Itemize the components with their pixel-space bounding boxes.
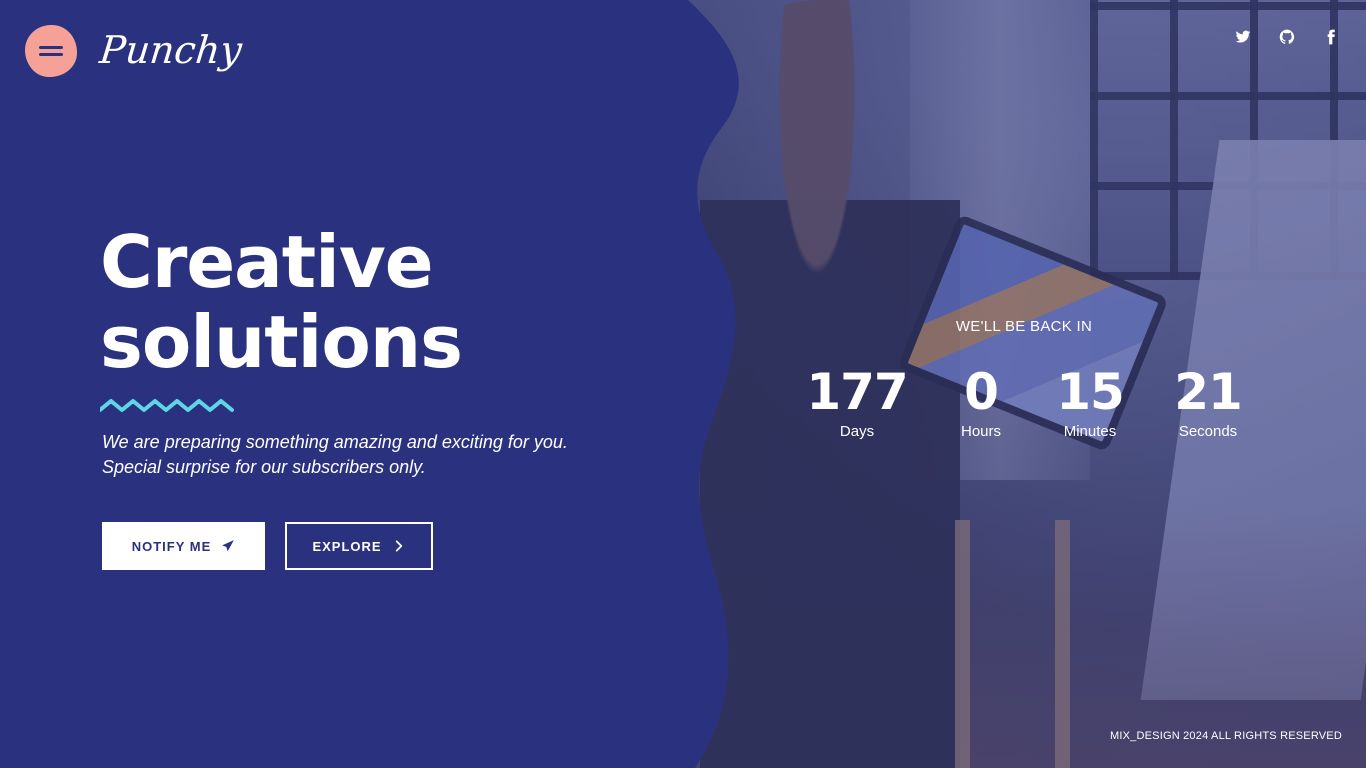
notify-me-button[interactable]: NOTIFY ME (102, 522, 265, 570)
countdown-minutes: 15 Minutes (1030, 362, 1150, 442)
minutes-value: 15 (1056, 363, 1125, 421)
facebook-icon[interactable] (1322, 28, 1340, 46)
days-label: Days (839, 423, 875, 440)
headline-line-1: Creative (100, 220, 434, 304)
coming-soon-page: Punchy Creative solutions We are prepari… (0, 0, 1366, 768)
headline-line-2: solutions (100, 300, 463, 384)
explore-label: EXPLORE (312, 538, 382, 554)
chevron-right-icon (395, 540, 402, 552)
notify-me-label: NOTIFY ME (131, 538, 212, 554)
footer-copyright: MIX_DESIGN 2024 ALL RIGHTS RESERVED (1110, 730, 1342, 742)
countdown-hours: 0 Hours (921, 362, 1041, 442)
countdown-seconds: 21 Seconds (1148, 362, 1268, 442)
hamburger-menu-icon (39, 46, 63, 56)
hours-label: Hours (960, 423, 1001, 440)
paper-plane-icon (222, 540, 235, 552)
twitter-icon[interactable] (1234, 28, 1252, 46)
countdown-days: 177 Days (797, 362, 917, 442)
social-links (1234, 28, 1340, 46)
minutes-label: Minutes (1063, 423, 1117, 440)
github-icon[interactable] (1278, 28, 1296, 46)
explore-button[interactable]: EXPLORE (285, 522, 433, 570)
seconds-label: Seconds (1178, 423, 1238, 440)
hero-headline: Creative solutions (100, 220, 463, 384)
countdown-title: WE'LL BE BACK IN (955, 318, 1093, 335)
menu-button[interactable] (25, 25, 77, 77)
seconds-value: 21 (1174, 363, 1243, 421)
brand-logo[interactable]: Punchy (98, 28, 244, 72)
hours-value: 0 (964, 363, 999, 421)
days-value: 177 (806, 363, 908, 421)
hero-tagline: We are preparing something amazing and e… (102, 432, 568, 477)
zigzag-divider (100, 399, 234, 412)
